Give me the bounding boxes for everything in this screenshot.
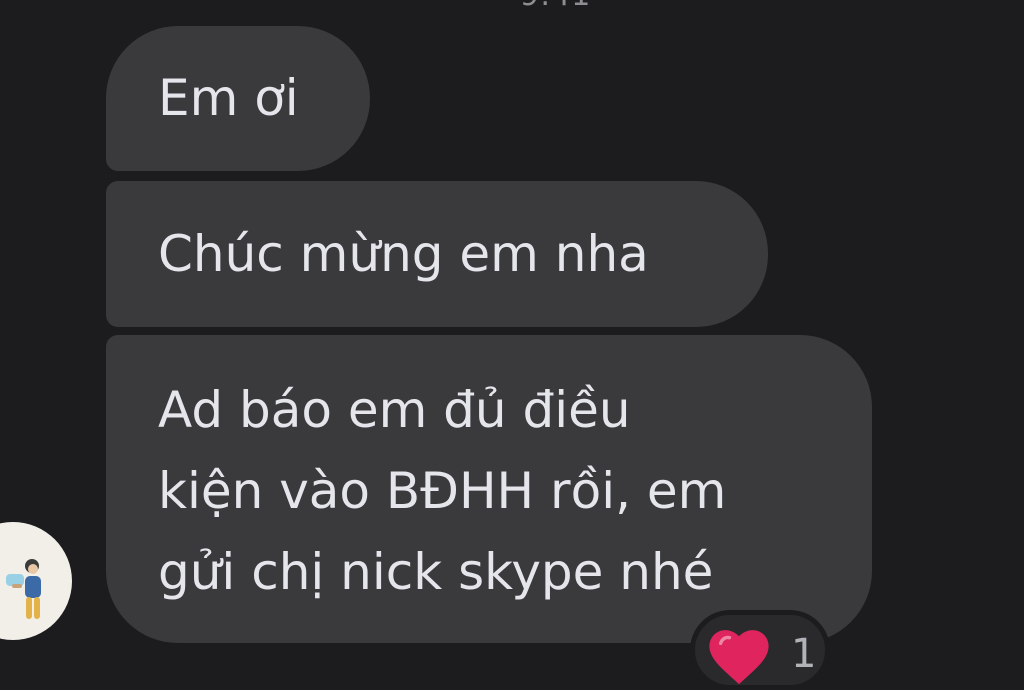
avatar-illustration-icon	[6, 559, 41, 619]
sender-avatar[interactable]	[0, 522, 72, 640]
heart-icon	[709, 630, 769, 685]
message-bubble[interactable]: Em ơi	[106, 26, 370, 171]
message-text-line: kiện vào BĐHH rồi, em	[158, 462, 727, 520]
message-bubble[interactable]: Ad báo em đủ điều kiện vào BĐHH rồi, em …	[106, 335, 872, 643]
message-text: Em ơi	[158, 69, 299, 127]
reaction-badge[interactable]: 1	[690, 610, 830, 690]
message-text-line: gửi chị nick skype nhé	[158, 543, 714, 601]
message-bubble[interactable]: Chúc mừng em nha	[106, 181, 768, 327]
message-timestamp: 9:41	[520, 0, 591, 13]
message-text: Chúc mừng em nha	[158, 225, 649, 283]
message-text-line: Ad báo em đủ điều	[158, 381, 631, 439]
reaction-count: 1	[791, 631, 817, 677]
